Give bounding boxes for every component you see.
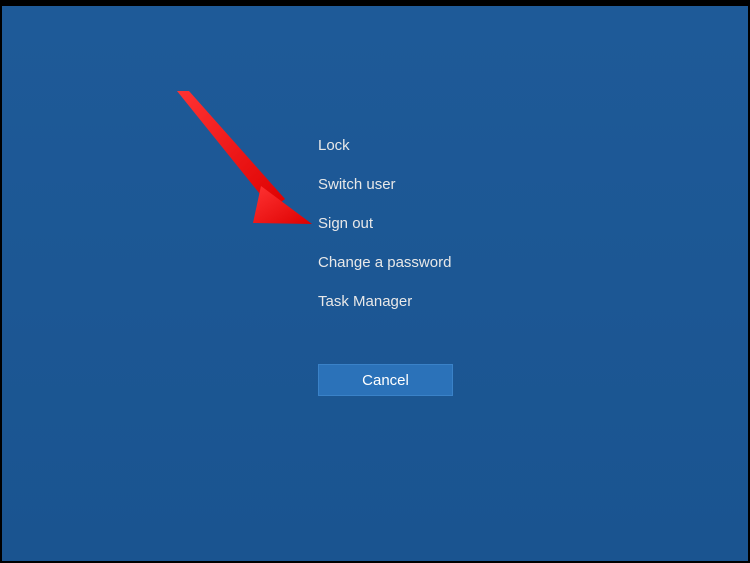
change-password-option[interactable]: Change a password xyxy=(318,243,451,282)
security-options-menu: Lock Switch user Sign out Change a passw… xyxy=(318,126,451,321)
switch-user-option[interactable]: Switch user xyxy=(318,165,451,204)
task-manager-option[interactable]: Task Manager xyxy=(318,282,451,321)
annotation-arrow-icon xyxy=(157,81,327,251)
lock-option[interactable]: Lock xyxy=(318,126,451,165)
cancel-button[interactable]: Cancel xyxy=(318,364,453,396)
windows-security-screen: Lock Switch user Sign out Change a passw… xyxy=(2,6,748,561)
sign-out-option[interactable]: Sign out xyxy=(318,204,451,243)
